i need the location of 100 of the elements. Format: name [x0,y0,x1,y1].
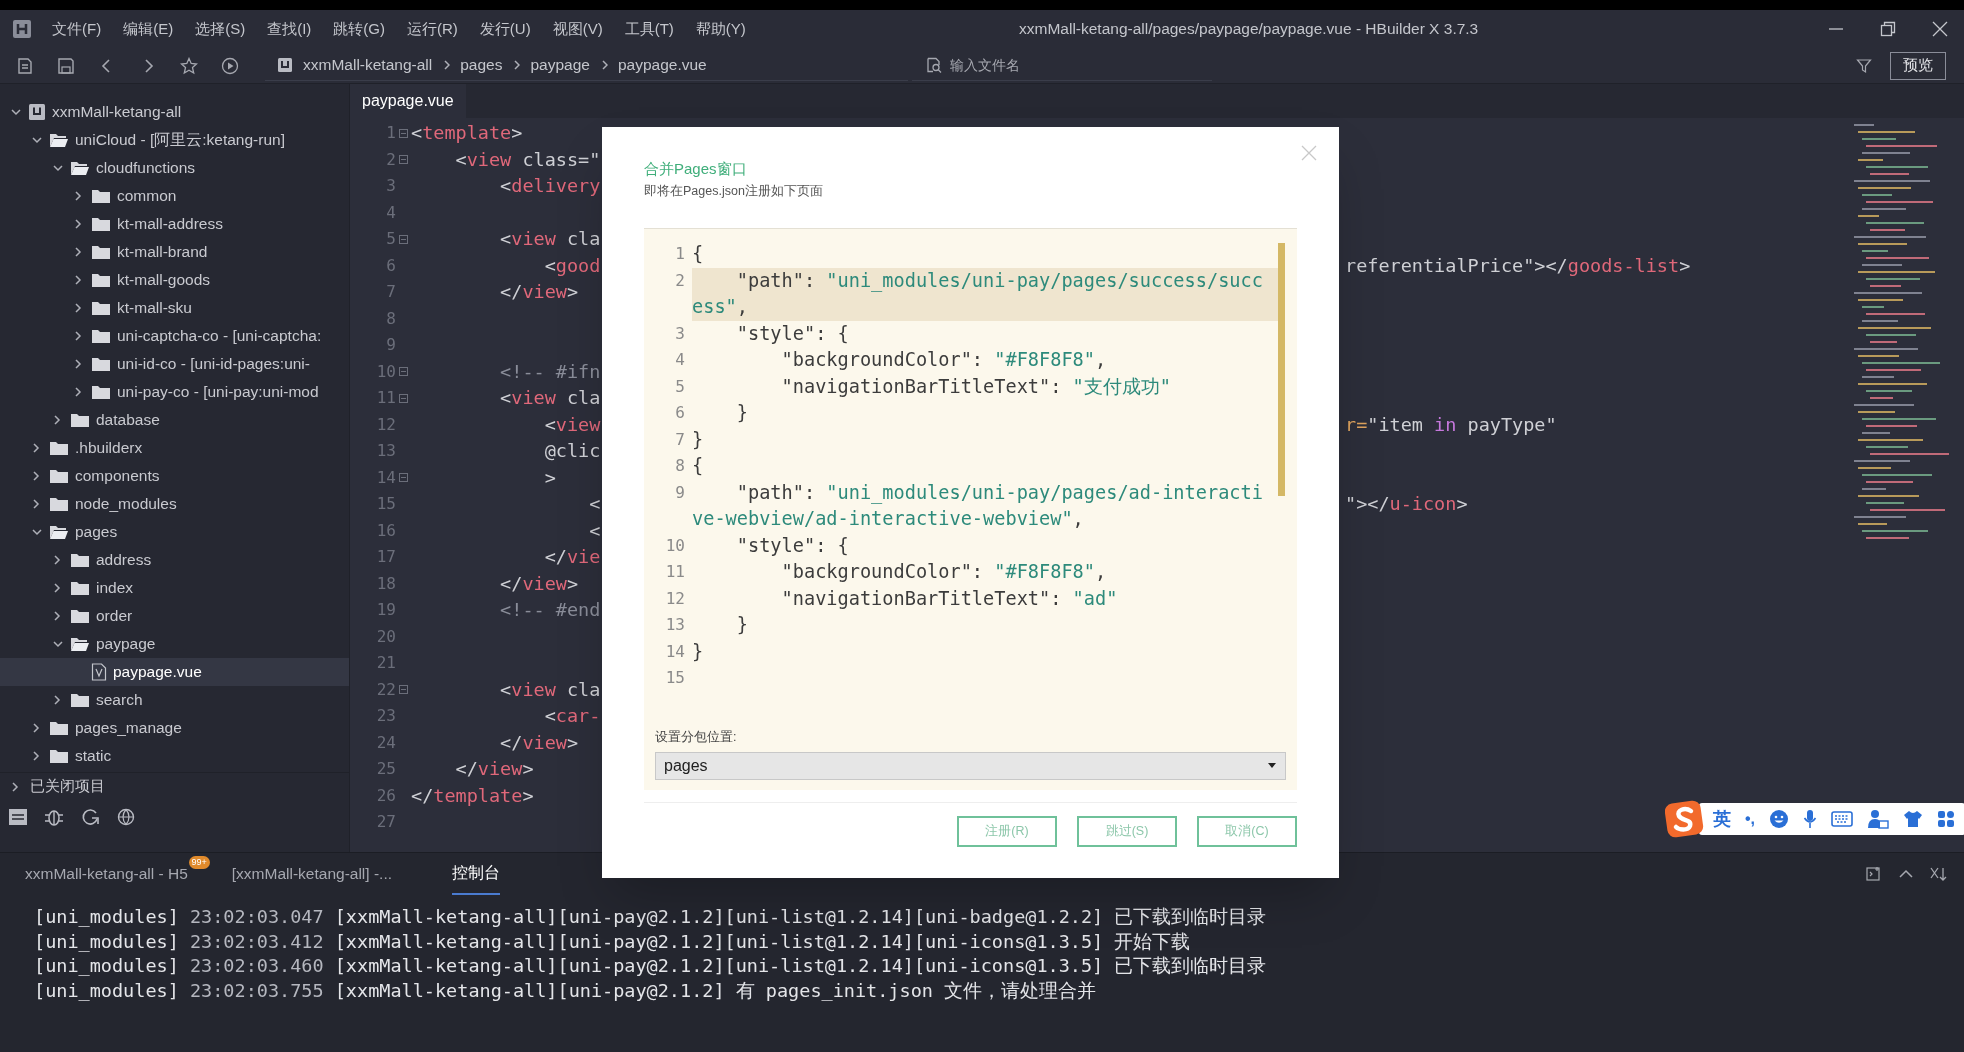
tree-item[interactable]: pages_manage [0,714,349,742]
file-search-field[interactable]: 输入文件名 [950,54,1200,76]
input-method-logo-icon[interactable] [1665,800,1705,838]
input-mode-toggle[interactable]: 英 [1713,805,1731,833]
menu-item[interactable]: 文件(F) [52,17,102,41]
preview-button[interactable]: 预览 [1890,51,1946,80]
terminal-icon[interactable] [1866,866,1882,882]
user-icon[interactable] [1867,809,1890,829]
tree-item[interactable]: xxmMall-ketang-all [0,98,349,126]
smiley-icon[interactable] [1769,809,1790,829]
fold-icon[interactable] [399,685,408,695]
tree-item[interactable]: pages [0,518,349,546]
menu-item[interactable]: 发行(U) [479,17,531,41]
breadcrumb-item[interactable]: pages [460,53,503,77]
folder-icon [91,188,111,204]
shirt-icon[interactable] [1903,810,1924,828]
tree-item[interactable]: database [0,406,349,434]
code-line: "style": { [735,533,849,558]
menu-item[interactable]: 查找(I) [267,17,312,41]
menu-item[interactable]: 工具(T) [624,17,674,41]
tree-item[interactable]: common [0,182,349,210]
document-icon[interactable] [16,56,34,75]
line-number: 11 [664,561,686,584]
folder-icon [91,300,111,316]
code-line: "path": "uni_modules/uni-pay/pages/ad-interacti [735,480,1263,506]
tree-item[interactable]: search [0,686,349,714]
tree-item[interactable]: index [0,574,349,602]
menu-item[interactable]: 运行(R) [407,17,458,41]
chevron-down-icon[interactable] [31,526,43,538]
tree-item[interactable]: address [0,546,349,574]
code-line: referentialPrice"></goods-list> [1345,253,1691,278]
filter-icon[interactable] [1856,57,1872,74]
tree-item[interactable]: cloudfunctions [0,154,349,182]
menu-item[interactable]: 视图(V) [552,17,603,41]
editor-tab[interactable]: paypage.vue [350,84,466,118]
tree-item[interactable]: kt-mall-sku [0,294,349,322]
chevron-down-icon[interactable] [31,134,43,146]
code-line: </view> [454,757,534,782]
tree-item[interactable]: node_modules [0,490,349,518]
microphone-icon[interactable] [1803,809,1818,829]
restore-icon[interactable] [1880,21,1896,37]
breadcrumb-item[interactable]: paypage [530,53,590,77]
menu-item[interactable]: 帮助(Y) [695,17,746,41]
code-line: <!-- #end [499,598,601,623]
tree-item[interactable]: kt-mall-goods [0,266,349,294]
panel-tab[interactable]: [xxmMall-ketang-all] -... [231,853,392,895]
chevron-down-icon[interactable] [52,162,64,174]
line-number: 18 [375,572,396,595]
breadcrumb-item[interactable]: paypage.vue [617,53,707,77]
grid-icon[interactable] [1937,810,1956,828]
line-number: 3 [385,175,396,198]
tree-item[interactable]: .hbuilderx [0,434,349,462]
keyboard-icon[interactable] [1831,811,1854,827]
save-icon[interactable] [57,56,75,75]
panel-tab[interactable]: 控制台 [452,853,500,895]
tree-item[interactable]: order [0,602,349,630]
fold-icon[interactable] [399,367,408,377]
menu-item[interactable]: 跳转(G) [333,17,385,41]
fold-icon[interactable] [399,234,408,244]
app-logo-icon [12,19,32,39]
tree-item[interactable]: uni-pay-co - [uni-pay:uni-mod [0,378,349,406]
breadcrumb-item[interactable]: xxmMall-ketang-all [303,53,433,77]
tree-item[interactable]: paypage [0,630,349,658]
tree-item[interactable]: kt-mall-address [0,210,349,238]
code-line: } [692,639,704,664]
chevron-down-icon[interactable] [10,106,22,118]
chevron-down-icon[interactable] [52,638,64,650]
refresh-icon[interactable] [80,807,100,827]
tree-item[interactable]: paypage.vue [0,658,349,686]
code-line: <view class=" [454,147,601,172]
code-line: <view cla [499,386,601,411]
tree-item[interactable]: uni-captcha-co - [uni-captcha: [0,322,349,350]
globe-icon[interactable] [116,807,136,827]
menu-item[interactable]: 选择(S) [195,17,246,41]
menu-item[interactable]: 编辑(E) [123,17,174,41]
star-icon[interactable] [180,56,198,75]
tree-item[interactable]: components [0,462,349,490]
line-number: 12 [664,587,686,610]
tree-item[interactable]: uni-id-co - [uni-id-pages:uni- [0,350,349,378]
line-number: 16 [375,519,396,542]
tree-item[interactable]: uniCloud - [阿里云:ketang-run] [0,126,349,154]
tree-item[interactable]: static [0,742,349,770]
list-icon[interactable] [8,808,28,826]
play-icon[interactable] [221,56,239,75]
tree-item[interactable]: kt-mall-brand [0,238,349,266]
bug-icon[interactable] [44,807,64,827]
fold-icon[interactable] [399,393,408,403]
fold-icon[interactable] [399,473,408,483]
line-number: 27 [375,811,396,834]
close-icon[interactable] [1932,21,1948,37]
line-number: 24 [375,731,396,754]
punctuation-toggle[interactable]: •, [1745,807,1756,831]
code-line: "navigationBarTitleText": "ad" [780,586,1118,611]
subpackage-select[interactable]: pages [655,752,1286,780]
clear-icon[interactable] [1930,866,1948,882]
fold-icon[interactable] [399,155,408,165]
fold-icon[interactable] [399,128,408,138]
folder-icon [70,552,90,568]
closed-projects-row[interactable]: 已关闭项目 [0,772,349,800]
line-number: 17 [375,546,396,569]
